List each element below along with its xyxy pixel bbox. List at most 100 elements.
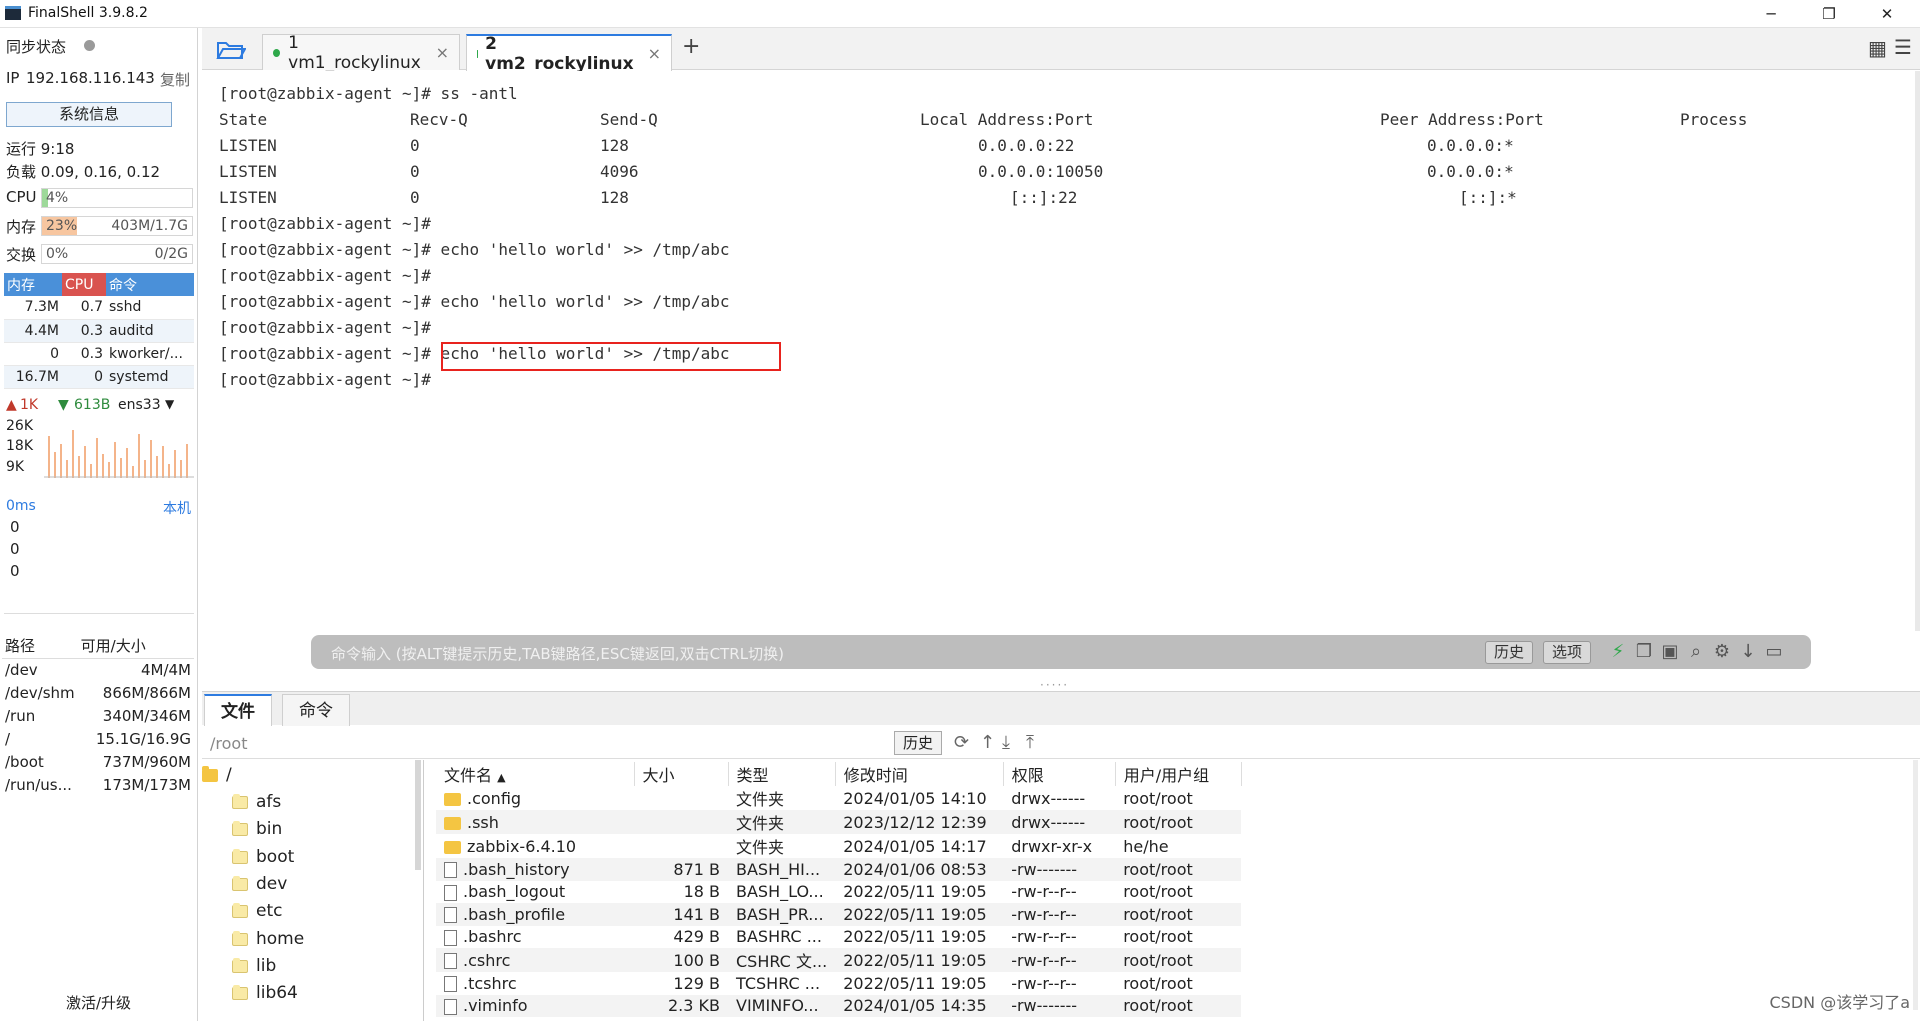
title-bar: FinalShell 3.9.8.2 ─ ❐ ✕ xyxy=(0,0,1920,28)
path-history-button[interactable]: 历史 xyxy=(894,731,943,755)
cpu-label: CPU xyxy=(6,188,37,206)
process-row[interactable]: 0 0.3 kworker/... xyxy=(4,342,194,366)
tree-item-bin[interactable]: bin xyxy=(232,816,282,842)
close-tab-icon[interactable]: × xyxy=(648,44,661,63)
col-header-mtime[interactable]: 修改时间 xyxy=(835,762,1004,786)
tree-item-dev[interactable]: dev xyxy=(232,871,287,897)
file-row[interactable]: .bashrc 429 B BASHRC ... 2022/05/11 19:05 -r… xyxy=(436,926,1241,949)
layout-grid-icon[interactable]: ▦ xyxy=(1868,36,1887,60)
file-size: 141 B xyxy=(634,903,728,926)
session-tab-bar: 1 vm1_rockylinux × 2 vm2_rockylinux × + … xyxy=(202,28,1920,74)
column-header: Peer Address:Port xyxy=(1380,110,1544,129)
file-row[interactable]: .config 文件夹 2024/01/05 14:10 drwx------ root… xyxy=(436,786,1241,810)
parent-directory-icon[interactable]: ↑ xyxy=(980,732,995,753)
history-button[interactable]: 历史 xyxy=(1485,641,1534,664)
load-text: 负载 0.09, 0.16, 0.12 xyxy=(6,163,161,181)
process-row[interactable]: 7.3M 0.7 sshd xyxy=(4,296,194,320)
file-name: .viminfo xyxy=(463,996,528,1016)
maximize-button[interactable]: ❐ xyxy=(1801,0,1857,28)
tab-label: 2 vm2_rockylinux xyxy=(485,33,634,74)
paste-icon[interactable]: ▣ xyxy=(1659,641,1681,663)
file-perm: -rw-r--r-- xyxy=(1003,903,1116,926)
refresh-icon[interactable]: ⟳ xyxy=(954,732,969,753)
file-row[interactable]: .bash_logout 18 B BASH_LO... 2022/05/11 19:… xyxy=(436,881,1241,904)
process-row[interactable]: 16.7M 0 systemd xyxy=(4,365,194,389)
download-icon[interactable]: ↓ xyxy=(1737,641,1759,663)
open-folder-icon[interactable] xyxy=(216,38,246,60)
command-input-placeholder[interactable]: 命令输入 (按ALT键提示历史,TAB键路径,ESC键返回,双击CTRL切换) xyxy=(331,643,784,664)
swap-usage-bar: 0% 0/2G xyxy=(41,244,193,264)
tree-item-home[interactable]: home xyxy=(232,926,304,952)
net-interface-select[interactable]: ens33 xyxy=(118,397,161,413)
command-input-bar[interactable]: 命令输入 (按ALT键提示历史,TAB键路径,ESC键返回,双击CTRL切换) … xyxy=(311,635,1811,669)
lightning-icon[interactable]: ⚡ xyxy=(1607,641,1629,663)
file-perm: drwx------ xyxy=(1003,810,1116,834)
disk-path: /boot xyxy=(5,752,44,771)
file-type: TCSHRC ... xyxy=(736,973,821,993)
file-name-cell: .bash_history xyxy=(436,858,634,881)
tree-item-root[interactable]: / xyxy=(202,762,232,788)
tree-scrollbar[interactable] xyxy=(415,760,421,870)
disk-header-avail[interactable]: 可用/大小 xyxy=(77,634,194,659)
system-info-button[interactable]: 系统信息 xyxy=(6,102,172,127)
close-button[interactable]: ✕ xyxy=(1859,0,1915,28)
splitter-handle-icon[interactable]: ····· xyxy=(1040,678,1069,692)
col-header-perm[interactable]: 权限 xyxy=(1003,762,1116,786)
col-header-type[interactable]: 类型 xyxy=(728,762,836,786)
tab-commands[interactable]: 命令 xyxy=(282,694,350,726)
copy-ip-button[interactable]: 复制 xyxy=(160,69,190,90)
proc-header-mem[interactable]: 内存 xyxy=(4,273,62,296)
disk-header-path[interactable]: 路径 xyxy=(2,634,78,659)
network-traffic-graph xyxy=(44,430,194,478)
close-tab-icon[interactable]: × xyxy=(436,43,449,62)
file-row[interactable]: .bash_history 871 B BASH_HI... 2024/01/06 0… xyxy=(436,858,1242,881)
ping-value: 0 xyxy=(10,518,20,536)
window-icon[interactable]: ▭ xyxy=(1763,641,1785,663)
path-input[interactable]: /root xyxy=(210,734,247,753)
terminal-output[interactable]: [root@zabbix-agent ~]# ss -antl State Re… xyxy=(202,71,1920,689)
send-q: 128 xyxy=(600,136,629,155)
options-button[interactable]: 选项 xyxy=(1543,641,1592,664)
swap-detail: 0/2G xyxy=(154,246,188,262)
col-header-size[interactable]: 大小 xyxy=(634,762,729,786)
tab-files[interactable]: 文件 xyxy=(204,694,272,726)
col-header-name[interactable]: 文件名 ▲ xyxy=(436,762,635,786)
download-file-icon[interactable]: ⤓ xyxy=(1002,732,1010,753)
ping-host[interactable]: 本机 xyxy=(163,498,191,518)
upload-file-icon[interactable]: ⤒ xyxy=(1026,732,1034,753)
search-icon[interactable]: ⌕ xyxy=(1685,641,1707,663)
file-row[interactable]: .cshrc 100 B CSHRC 文... 2022/05/11 19:05 -rw… xyxy=(436,948,1242,972)
tab-vm1[interactable]: 1 vm1_rockylinux × xyxy=(262,33,460,73)
chevron-down-icon[interactable]: ▼ xyxy=(165,397,174,411)
tab-vm2[interactable]: 2 vm2_rockylinux × xyxy=(466,33,672,74)
file-list-scrollbar[interactable] xyxy=(1913,760,1918,1010)
gear-icon[interactable]: ⚙ xyxy=(1711,641,1733,663)
copy-icon[interactable]: ❐ xyxy=(1633,641,1655,663)
file-owner: root/root xyxy=(1123,882,1193,902)
minimize-button[interactable]: ─ xyxy=(1743,0,1799,28)
file-owner: root/root xyxy=(1123,927,1193,947)
activate-upgrade-link[interactable]: 激活/升级 xyxy=(66,992,131,1013)
file-row[interactable]: zabbix-6.4.10 文件夹 2024/01/05 14:17 drwxr-xr… xyxy=(436,834,1241,858)
tree-item-boot[interactable]: boot xyxy=(232,844,294,870)
file-type: CSHRC 文... xyxy=(728,948,836,972)
tree-item-afs[interactable]: afs xyxy=(232,789,281,815)
file-row[interactable]: .viminfo 2.3 KB VIMINFO... 2024/01/05 14:35… xyxy=(436,994,1242,1017)
tree-item-lib64[interactable]: lib64 xyxy=(232,980,298,1006)
tree-item-lib[interactable]: lib xyxy=(232,953,276,979)
disk-path: /run xyxy=(5,706,36,725)
process-row[interactable]: 4.4M 0.3 auditd xyxy=(4,319,194,343)
upload-arrow-icon: ▲ xyxy=(6,397,17,413)
tree-item-etc[interactable]: etc xyxy=(232,898,282,924)
proc-header-cmd[interactable]: 命令 xyxy=(106,273,194,296)
menu-icon[interactable]: ☰ xyxy=(1894,35,1912,59)
file-size: 129 B xyxy=(673,973,720,993)
file-row[interactable]: .ssh 文件夹 2023/12/12 12:39 drwx------ root/ro… xyxy=(436,810,1242,834)
file-row[interactable]: .bash_profile 141 B BASH_PR... 2022/05/11 1… xyxy=(436,903,1242,926)
add-tab-icon[interactable]: + xyxy=(682,34,700,59)
folder-icon xyxy=(232,902,248,918)
col-header-owner[interactable]: 用户/用户组 xyxy=(1115,762,1242,786)
file-row[interactable]: .tcshrc 129 B TCSHRC ... 2022/05/11 19:05 -r… xyxy=(436,972,1241,995)
proc-header-cpu[interactable]: CPU xyxy=(62,273,106,296)
terminal-scrollbar[interactable] xyxy=(1915,71,1920,631)
